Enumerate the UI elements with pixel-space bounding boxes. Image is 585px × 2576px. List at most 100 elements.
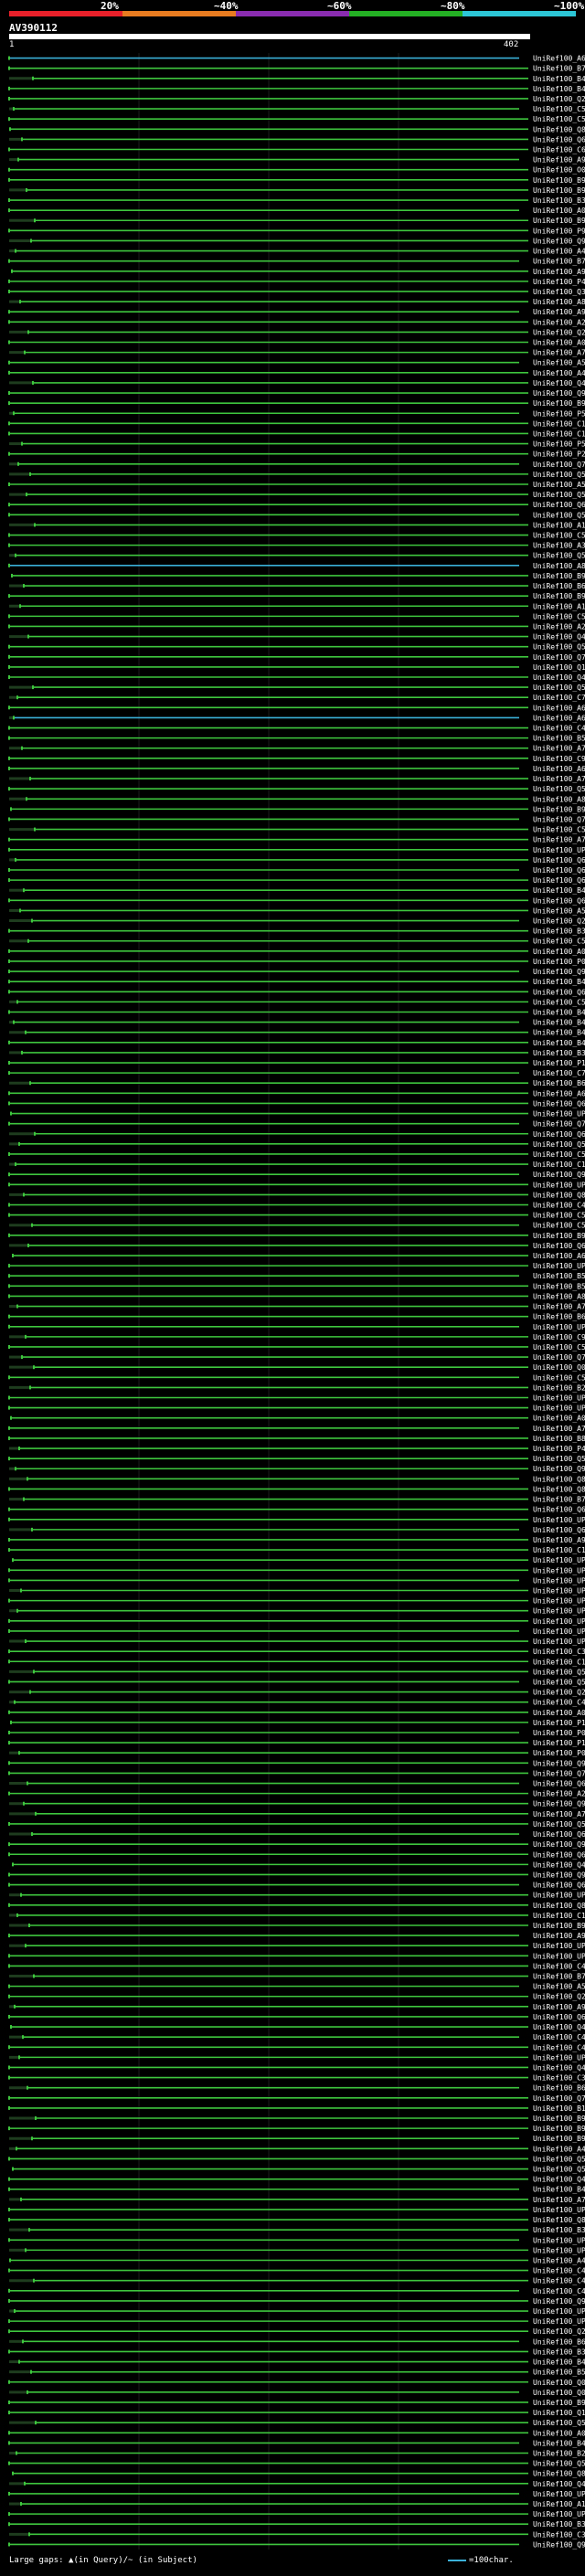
hit-label[interactable]: UniRef100_Q9VNU6 bbox=[533, 389, 585, 398]
hit-label[interactable]: UniRef100_UP1000.. bbox=[533, 1892, 585, 1900]
hit-label[interactable]: UniRef100_Q4QY85 bbox=[533, 1860, 585, 1869]
hit-label[interactable]: UniRef100_B9EJW5 bbox=[533, 2115, 585, 2123]
alignment-row[interactable]: UniRef100_Q0W606 bbox=[9, 2389, 585, 2397]
alignment-row[interactable]: UniRef100_Q52H32 bbox=[9, 2419, 585, 2427]
alignment-row[interactable]: UniRef100_Q5U7Y1 bbox=[8, 785, 585, 793]
alignment-row[interactable]: UniRef100_B1NZ23 bbox=[8, 2104, 585, 2113]
alignment-row[interactable]: UniRef100_C1EFE4 bbox=[8, 419, 585, 428]
alignment-row[interactable]: UniRef100_A8MQR4 bbox=[8, 562, 585, 570]
hit-label[interactable]: UniRef100_C4QVS0 bbox=[533, 725, 585, 733]
alignment-row[interactable]: UniRef100_Q4A7H7 bbox=[8, 2063, 585, 2072]
alignment-row[interactable]: UniRef100_Q5VHU1 bbox=[9, 1140, 585, 1149]
hit-label[interactable]: UniRef100_C5MFI1 bbox=[533, 532, 585, 540]
alignment-row[interactable]: UniRef100_UP1000.. bbox=[8, 2317, 585, 2326]
alignment-row[interactable]: UniRef100_Q30728 bbox=[8, 288, 585, 296]
hit-label[interactable]: UniRef100_C5DNK6 bbox=[533, 1222, 585, 1230]
alignment-row[interactable]: UniRef100_C5DNK6 bbox=[9, 1222, 585, 1230]
alignment-row[interactable]: UniRef100_A4HFD6 bbox=[9, 2256, 585, 2264]
alignment-row[interactable]: UniRef100_B4LE06 bbox=[8, 978, 585, 986]
hit-label[interactable]: UniRef100_UP1000.. bbox=[533, 1952, 585, 1960]
alignment-row[interactable]: UniRef100_A2QU47 bbox=[8, 622, 585, 631]
alignment-row[interactable]: UniRef100_Q7MHB1 bbox=[9, 461, 585, 469]
alignment-row[interactable]: UniRef100_B8MH37 bbox=[8, 1435, 585, 1443]
hit-label[interactable]: UniRef100_C7YQC5 bbox=[533, 1069, 585, 1077]
hit-label[interactable]: UniRef100_Q5ETZ5 bbox=[533, 471, 585, 479]
hit-label[interactable]: UniRef100_Q9M5M5 bbox=[533, 237, 585, 245]
alignment-row[interactable]: UniRef100_B6QNT0 bbox=[8, 1313, 585, 1321]
alignment-row[interactable]: UniRef100_C4WRP5 bbox=[9, 2033, 585, 2041]
hit-label[interactable]: UniRef100_B5VNN2 bbox=[533, 735, 585, 743]
alignment-row[interactable]: UniRef100_C7GUL8 bbox=[9, 694, 585, 702]
hit-label[interactable]: UniRef100_A9S001 bbox=[533, 268, 585, 276]
hit-label[interactable]: UniRef100_B7QBL1 bbox=[533, 1496, 585, 1504]
hit-label[interactable]: UniRef100_P05388 bbox=[533, 1749, 585, 1757]
alignment-row[interactable]: UniRef100_Q6EE79 bbox=[8, 1850, 585, 1859]
alignment-row[interactable]: UniRef100_P05317 bbox=[8, 958, 585, 966]
alignment-row[interactable]: UniRef100_UP1000.. bbox=[8, 846, 585, 854]
alignment-row[interactable]: UniRef100_Q5B7M9 bbox=[8, 643, 585, 652]
hit-label[interactable]: UniRef100_A0R312 bbox=[533, 2429, 585, 2437]
alignment-row[interactable]: UniRef100_Q4E3K3 bbox=[8, 2176, 585, 2184]
alignment-row[interactable]: UniRef100_UP1000.. bbox=[8, 1262, 585, 1270]
alignment-row[interactable]: UniRef100_C3L589 bbox=[9, 2530, 585, 2539]
alignment-row[interactable]: UniRef100_Q9NWW5 bbox=[8, 1840, 585, 1849]
alignment-row[interactable]: UniRef100_C5VEL6 bbox=[8, 612, 585, 620]
alignment-row[interactable]: UniRef100_Q9M5M5 bbox=[9, 237, 585, 245]
hit-label[interactable]: UniRef100_A1BQ85 bbox=[533, 2500, 585, 2508]
alignment-row[interactable]: UniRef100_B7P8G2 bbox=[9, 1973, 585, 1981]
alignment-row[interactable]: UniRef100_B9EFN2 bbox=[9, 2135, 585, 2143]
alignment-row[interactable]: UniRef100_A6QU89 bbox=[9, 714, 585, 722]
alignment-row[interactable]: UniRef100_UP1000.. bbox=[8, 2236, 585, 2244]
hit-label[interactable]: UniRef100_B9UKX3 bbox=[533, 592, 585, 600]
alignment-row[interactable]: UniRef100_C5MAU2 bbox=[8, 1343, 585, 1352]
hit-label[interactable]: UniRef100_A8Q9K2 bbox=[533, 298, 585, 306]
hit-label[interactable]: UniRef100_UP1000.. bbox=[533, 1323, 585, 1331]
alignment-row[interactable]: UniRef100_A1CRF6 bbox=[9, 521, 585, 529]
alignment-row[interactable]: UniRef100_Q6BQ24 bbox=[8, 866, 585, 875]
hit-label[interactable]: UniRef100_Q4WJR3 bbox=[533, 673, 585, 682]
alignment-row[interactable]: UniRef100_A9ZTC3 bbox=[8, 1536, 585, 1544]
alignment-row[interactable]: UniRef100_C5YVN3 bbox=[8, 115, 585, 123]
hit-label[interactable]: UniRef100_UP1000.. bbox=[533, 2317, 585, 2326]
alignment-row[interactable]: UniRef100_B6ZC80 bbox=[9, 2337, 585, 2346]
alignment-row[interactable]: UniRef100_B9UKX3 bbox=[8, 592, 585, 600]
alignment-row[interactable]: UniRef100_Q6EV08 bbox=[8, 876, 585, 885]
alignment-row[interactable]: UniRef100_Q6EE78 bbox=[8, 1882, 585, 1890]
alignment-row[interactable]: UniRef100_A6NUN6 bbox=[8, 765, 585, 773]
alignment-row[interactable]: UniRef100_Q6BKS1 bbox=[8, 896, 585, 905]
hit-label[interactable]: UniRef100_A9TEE0 bbox=[533, 308, 585, 316]
alignment-row[interactable]: UniRef100_Q74864 bbox=[8, 2094, 585, 2103]
hit-label[interactable]: UniRef100_B9S103 bbox=[533, 217, 585, 225]
hit-label[interactable]: UniRef100_Q6EV08 bbox=[533, 876, 585, 885]
alignment-row[interactable]: UniRef100_Q7QYZ3 bbox=[8, 1120, 585, 1129]
alignment-row[interactable]: UniRef100_Q7ZUO3 bbox=[8, 1769, 585, 1777]
alignment-row[interactable]: UniRef100_Q6CJZ7 bbox=[8, 988, 585, 996]
alignment-row[interactable]: UniRef100_Q8SG68 bbox=[9, 1475, 585, 1483]
alignment-row[interactable]: UniRef100_P14869 bbox=[8, 1739, 585, 1747]
hit-label[interactable]: UniRef100_Q6EE43 bbox=[533, 2013, 585, 2021]
alignment-row[interactable]: UniRef100_Q9G380 bbox=[8, 2540, 585, 2549]
alignment-row[interactable]: UniRef100_Q52H31 bbox=[8, 2460, 585, 2468]
hit-label[interactable]: UniRef100_A9Y1V1 bbox=[533, 1932, 585, 1940]
alignment-row[interactable]: UniRef100_B3NJ27 bbox=[9, 1049, 585, 1057]
alignment-row[interactable]: UniRef100_Q4P1F8 bbox=[9, 633, 585, 641]
hit-label[interactable]: UniRef100_UP1000.. bbox=[533, 2053, 585, 2062]
alignment-row[interactable]: UniRef100_Q8NUJ7 bbox=[9, 1191, 585, 1199]
hit-label[interactable]: UniRef100_C1BJ67 bbox=[533, 1658, 585, 1666]
hit-label[interactable]: UniRef100_Q5CM24 bbox=[533, 2166, 585, 2174]
hit-label[interactable]: UniRef100_C4JVS3 bbox=[533, 1201, 585, 1209]
alignment-row[interactable]: UniRef100_C4PZ55 bbox=[8, 2287, 585, 2295]
hit-label[interactable]: UniRef100_B3GUY4 bbox=[533, 2226, 585, 2234]
hit-label[interactable]: UniRef100_Q7QY09 bbox=[533, 1353, 585, 1362]
hit-label[interactable]: UniRef100_Q6FTP0 bbox=[533, 501, 585, 509]
alignment-row[interactable]: UniRef100_C7YQC5 bbox=[8, 1069, 585, 1077]
hit-label[interactable]: UniRef100_C4VQF5 bbox=[533, 2043, 585, 2051]
alignment-row[interactable]: UniRef100_C5DJV1 bbox=[9, 938, 585, 946]
hit-label[interactable]: UniRef100_Q7MHB1 bbox=[533, 461, 585, 469]
alignment-row[interactable]: UniRef100_A1BQ85 bbox=[9, 2500, 585, 2508]
hit-label[interactable]: UniRef100_C6TG46 bbox=[533, 146, 585, 154]
hit-label[interactable]: UniRef100_B4FNM4 bbox=[533, 85, 585, 93]
alignment-row[interactable]: UniRef100_B4KV57 bbox=[9, 1019, 585, 1027]
alignment-row[interactable]: UniRef100_C1N791 bbox=[8, 429, 585, 438]
alignment-row[interactable]: UniRef100_Q5CR36 bbox=[8, 2155, 585, 2163]
